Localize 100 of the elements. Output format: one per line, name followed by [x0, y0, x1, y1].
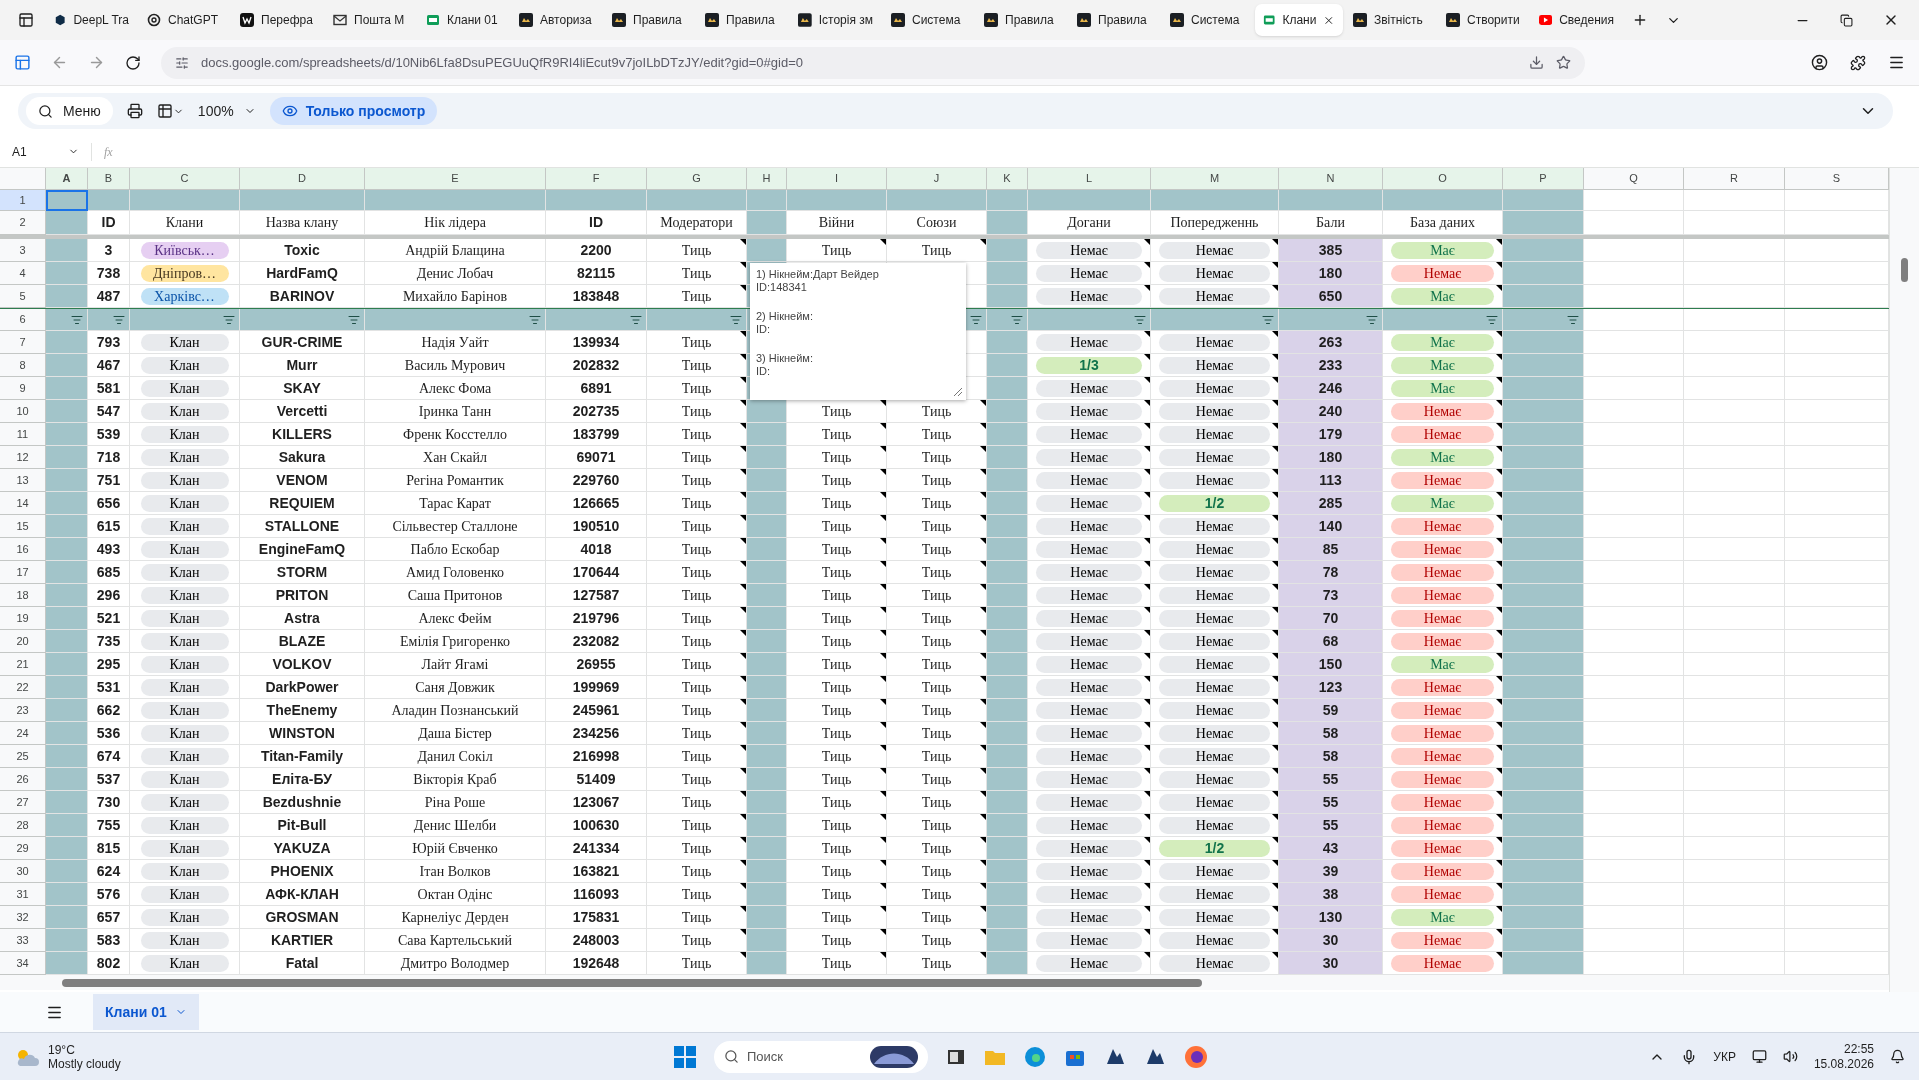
table-cell: Тиць — [647, 676, 747, 699]
table-cell: REQUIEM — [240, 492, 365, 515]
column-header[interactable]: S — [1785, 168, 1889, 190]
row-header[interactable]: 14 — [0, 492, 46, 515]
row-header[interactable]: 34 — [0, 952, 46, 975]
browser-tab[interactable]: Правила — [604, 4, 695, 36]
column-header[interactable]: C — [130, 168, 240, 190]
table-cell: Тиць — [787, 538, 887, 561]
row-header[interactable]: 6 — [0, 309, 46, 331]
row-header[interactable]: 15 — [0, 515, 46, 538]
column-header[interactable]: E — [365, 168, 546, 190]
name-box[interactable]: A1 — [0, 142, 92, 161]
row-header[interactable]: 21 — [0, 653, 46, 676]
row-header[interactable]: 24 — [0, 722, 46, 745]
browser-tab[interactable]: Клани 01 — [418, 4, 509, 36]
column-header[interactable]: K — [987, 168, 1028, 190]
browser-tab[interactable]: Сведения — [1531, 4, 1622, 36]
row-header[interactable]: 5 — [0, 285, 46, 308]
row-header[interactable]: 13 — [0, 469, 46, 492]
row-header[interactable]: 17 — [0, 561, 46, 584]
row-header[interactable]: 8 — [0, 354, 46, 377]
row-header[interactable]: 28 — [0, 814, 46, 837]
browser-tab[interactable]: Система — [883, 4, 974, 36]
row-header[interactable]: 33 — [0, 929, 46, 952]
row-header[interactable]: 9 — [0, 377, 46, 400]
sheet-tab[interactable]: Клани 01 — [93, 994, 199, 1030]
row-header[interactable]: 22 — [0, 676, 46, 699]
column-header[interactable]: N — [1279, 168, 1383, 190]
browser-tab[interactable]: ChatGPT — [139, 4, 230, 36]
table-cell: Тиць — [647, 262, 747, 285]
column-heading: Нік лідера — [365, 211, 546, 235]
status-tag: Немає — [1036, 885, 1142, 903]
table-cell: 59 — [1279, 699, 1383, 722]
column-header[interactable]: M — [1151, 168, 1279, 190]
menu-search-button[interactable]: Меню — [26, 97, 113, 125]
zoom-select[interactable]: 100% — [197, 100, 256, 122]
browser-tab[interactable]: Правила — [697, 4, 788, 36]
address-bar[interactable]: docs.google.com/spreadsheets/d/10Nib6Lfa8DsuPEGUuQfR9RI4liEcut9v7joILbDTzJY/edit?gid=0#gid=0 — [161, 46, 1585, 79]
column-header[interactable]: I — [787, 168, 887, 190]
row-header[interactable]: 30 — [0, 860, 46, 883]
browser-tab[interactable]: Перефра — [232, 4, 323, 36]
row-header[interactable]: 10 — [0, 400, 46, 423]
row-header[interactable]: 26 — [0, 768, 46, 791]
row-header[interactable]: 3 — [0, 239, 46, 262]
view-only-button[interactable]: Только просмотр — [269, 97, 438, 125]
browser-tab[interactable]: DeepL Tra — [46, 4, 137, 36]
column-header[interactable]: B — [88, 168, 130, 190]
clan-tag: Клан — [140, 471, 229, 489]
status-tag: Немає — [1036, 678, 1142, 696]
row-header[interactable]: 12 — [0, 446, 46, 469]
row-header[interactable]: 11 — [0, 423, 46, 446]
column-header[interactable]: O — [1383, 168, 1503, 190]
column-header[interactable]: L — [1028, 168, 1151, 190]
table-cell: 521 — [88, 607, 130, 630]
browser-tab[interactable]: Авториза — [511, 4, 602, 36]
row-header[interactable]: 29 — [0, 837, 46, 860]
row-header[interactable]: 31 — [0, 883, 46, 906]
column-header[interactable]: A — [46, 168, 88, 190]
row-header[interactable]: 16 — [0, 538, 46, 561]
browser-tab[interactable]: Звітність — [1345, 4, 1436, 36]
column-header[interactable]: H — [747, 168, 787, 190]
table-cell: Алекс Фейм — [365, 607, 546, 630]
status-tag: Немає — [1159, 793, 1270, 811]
clock[interactable]: 22:55 15.08.2026 — [1813, 1041, 1874, 1072]
browser-tab[interactable]: Правила — [976, 4, 1067, 36]
row-header[interactable]: 25 — [0, 745, 46, 768]
browser-tab[interactable]: Створити — [1438, 4, 1529, 36]
browser-tab[interactable]: Пошта M — [325, 4, 416, 36]
column-header[interactable]: D — [240, 168, 365, 190]
row-header[interactable]: 18 — [0, 584, 46, 607]
table-cell: Пабло Ескобар — [365, 538, 546, 561]
column-header[interactable]: Q — [1584, 168, 1684, 190]
table-cell: 202735 — [546, 400, 647, 423]
taskbar-search[interactable]: Поиск — [714, 1040, 928, 1073]
row-header[interactable]: 27 — [0, 791, 46, 814]
row-header[interactable]: 1 — [0, 190, 46, 211]
row-header[interactable]: 23 — [0, 699, 46, 722]
row-header[interactable]: 19 — [0, 607, 46, 630]
row-header[interactable]: 2 — [0, 211, 46, 235]
browser-tab[interactable]: Правила — [1069, 4, 1160, 36]
column-heading: Догани — [1028, 211, 1151, 235]
column-header[interactable]: P — [1503, 168, 1584, 190]
browser-tab[interactable]: Система — [1162, 4, 1253, 36]
language-indicator[interactable]: УКР — [1713, 1047, 1736, 1066]
status-tag: Немає — [1036, 954, 1142, 972]
status-tag: Немає — [1036, 563, 1142, 581]
clan-tag: Клан — [140, 494, 229, 512]
clan-tag: Клан — [140, 563, 229, 581]
row-header[interactable]: 4 — [0, 262, 46, 285]
column-header[interactable]: R — [1684, 168, 1785, 190]
column-header[interactable]: J — [887, 168, 987, 190]
column-header[interactable]: F — [546, 168, 647, 190]
table-cell: Аладин Познанський — [365, 699, 546, 722]
clan-tag: Клан — [140, 931, 229, 949]
browser-tab[interactable]: Клани — [1255, 4, 1343, 36]
row-header[interactable]: 32 — [0, 906, 46, 929]
browser-tab[interactable]: Історія зм — [790, 4, 881, 36]
column-header[interactable]: G — [647, 168, 747, 190]
row-header[interactable]: 7 — [0, 331, 46, 354]
row-header[interactable]: 20 — [0, 630, 46, 653]
